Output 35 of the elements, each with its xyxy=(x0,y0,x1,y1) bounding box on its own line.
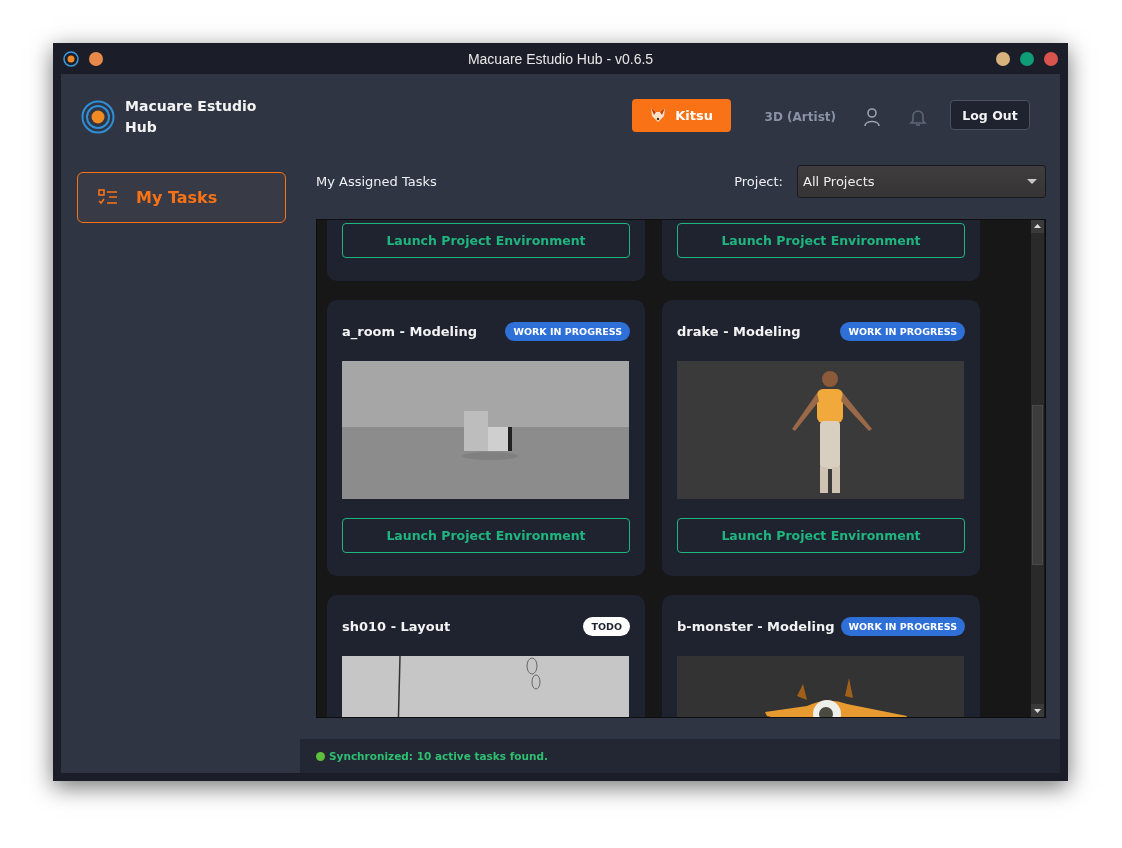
sidebar-item[interactable]: My Tasks xyxy=(77,172,286,223)
window-title: Macuare Estudio Hub - v0.6.5 xyxy=(467,50,654,67)
scroll-down-icon[interactable] xyxy=(1031,704,1044,717)
window-control[interactable] xyxy=(89,51,103,66)
status-badge: WORK IN PROGRESS xyxy=(840,616,966,636)
task-title: drake - Modeling xyxy=(677,323,801,339)
task-title: b-monster - Modeling xyxy=(677,618,835,634)
user-role: 3D (Artist) xyxy=(764,110,836,124)
status-badge: WORK IN PROGRESS xyxy=(840,321,965,341)
status-message: Synchronized: 10 active tasks found. xyxy=(329,750,548,762)
app-icon xyxy=(63,50,79,67)
minimize-button[interactable] xyxy=(996,51,1010,66)
close-button[interactable] xyxy=(1044,51,1058,66)
launch-button[interactable]: Launch Project Environment xyxy=(342,518,630,553)
launch-button[interactable]: Launch Project Environment xyxy=(677,223,965,258)
section-title: My Assigned Tasks xyxy=(316,174,437,189)
task-title: sh010 - Layout xyxy=(342,618,451,634)
logout-button[interactable]: Log Out xyxy=(950,100,1030,130)
scrollbar[interactable] xyxy=(1031,220,1044,717)
maximize-button[interactable] xyxy=(1020,51,1034,66)
task-title: a_room - Modeling xyxy=(342,323,477,339)
task-list-icon xyxy=(98,188,118,207)
project-label: Project: xyxy=(734,174,783,189)
status-dot xyxy=(316,751,325,761)
caret-icon xyxy=(1027,178,1037,185)
launch-button[interactable]: Launch Project Environment xyxy=(342,223,630,258)
project-select[interactable]: All Projects xyxy=(797,165,1046,198)
user-icon[interactable] xyxy=(862,107,882,127)
status-badge: WORK IN PROGRESS xyxy=(505,321,630,341)
scroll-up-icon[interactable] xyxy=(1031,220,1044,233)
status-badge: TODO xyxy=(583,616,630,636)
logo-icon xyxy=(81,100,115,134)
fox-icon xyxy=(649,106,668,124)
launch-button[interactable]: Launch Project Environment xyxy=(677,518,965,553)
app-name: Macuare Estudio Hub xyxy=(125,97,258,137)
